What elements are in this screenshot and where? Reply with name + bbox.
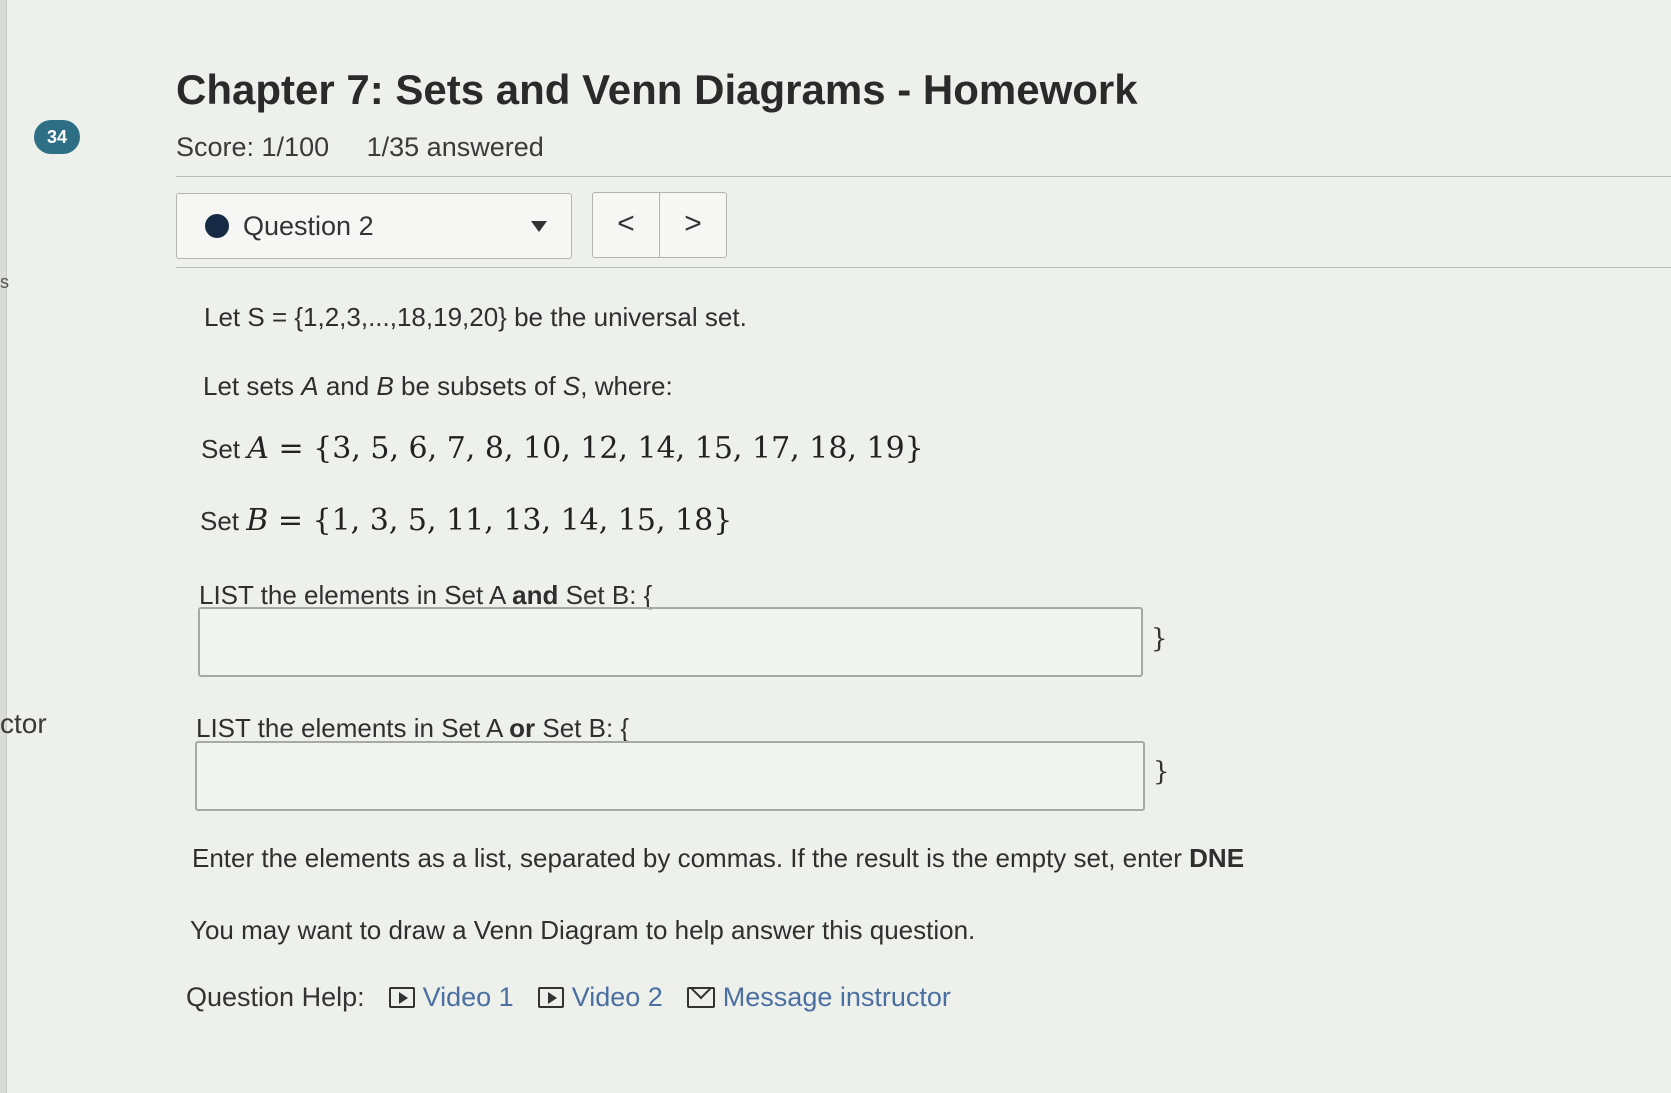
- envelope-icon: [686, 987, 715, 1008]
- question-status-dot: [205, 214, 229, 238]
- header-divider: [176, 176, 1671, 177]
- subsets-statement: Let sets A and B be subsets of S, where:: [203, 371, 673, 401]
- set-a-definition: Set A = {3, 5, 6, 7, 8, 10, 12, 14, 15, …: [201, 431, 924, 466]
- question-selector[interactable]: Question 2: [176, 193, 572, 259]
- answered-count: 1/35 answered: [366, 132, 544, 162]
- sidebar-fragment-text[interactable]: ctor: [0, 708, 47, 740]
- chevron-right-icon: >: [684, 207, 702, 240]
- sidebar-fragment-mark: s: [0, 272, 9, 292]
- video-play-icon: [537, 987, 564, 1008]
- left-panel-edge: [0, 0, 7, 1093]
- union-answer-input[interactable]: [195, 741, 1145, 811]
- intersection-answer-input[interactable]: [198, 607, 1143, 677]
- page-title: Chapter 7: Sets and Venn Diagrams - Home…: [176, 66, 1138, 113]
- question-selector-label: Question 2: [243, 210, 374, 241]
- score-row: Score: 1/100 1/35 answered: [176, 132, 544, 163]
- question-help-label: Question Help:: [186, 982, 365, 1012]
- set-a-math: A = {3, 5, 6, 7, 8, 10, 12, 14, 15, 17, …: [247, 431, 924, 466]
- nav-divider: [176, 267, 1671, 268]
- intersection-close-brace: }: [1151, 624, 1168, 654]
- video-play-icon: [388, 987, 415, 1008]
- answer-instructions: Enter the elements as a list, separated …: [192, 843, 1245, 873]
- question-help-row: Question Help: Video 1 Video 2 Message i…: [186, 982, 951, 1013]
- caret-down-icon: [531, 221, 547, 232]
- union-close-brace: }: [1153, 757, 1170, 787]
- next-question-button[interactable]: >: [659, 192, 727, 258]
- message-instructor-link[interactable]: Message instructor: [686, 982, 951, 1013]
- video-1-link[interactable]: Video 1: [388, 982, 514, 1013]
- set-b-definition: Set B = {1, 3, 5, 11, 13, 14, 15, 18}: [200, 503, 733, 538]
- chevron-left-icon: <: [617, 207, 635, 240]
- video-2-link[interactable]: Video 2: [537, 982, 663, 1013]
- universal-set-math: S = {1,2,3,...,18,19,20}: [247, 302, 507, 332]
- score-text: Score: 1/100: [176, 132, 330, 162]
- question-count-badge[interactable]: 34: [34, 120, 80, 154]
- venn-diagram-hint: You may want to draw a Venn Diagram to h…: [190, 915, 976, 945]
- union-prompt: LIST the elements in Set A or Set B: {: [196, 713, 630, 743]
- set-b-math: B = {1, 3, 5, 11, 13, 14, 15, 18}: [246, 503, 733, 538]
- previous-question-button[interactable]: <: [592, 192, 660, 258]
- universal-set-statement: Let S = {1,2,3,...,18,19,20} be the univ…: [204, 302, 747, 332]
